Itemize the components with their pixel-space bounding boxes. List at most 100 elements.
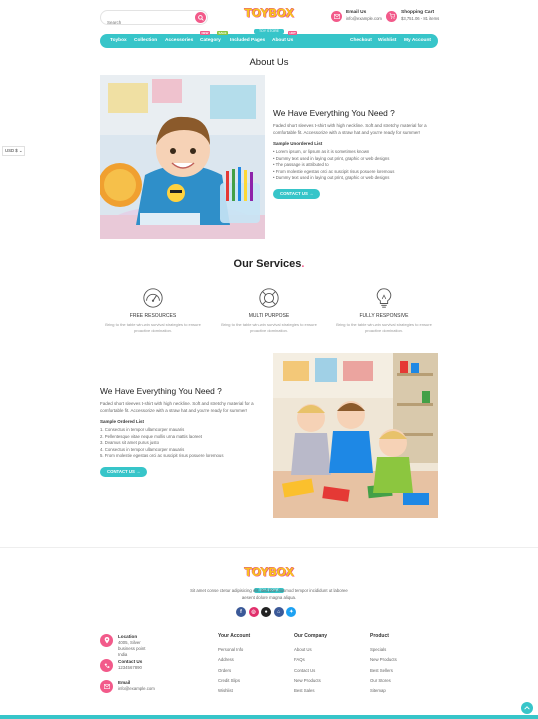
list-item: 2. Pellentesque vitae neque mollis urna … (100, 433, 202, 439)
services-title: Our Services. (233, 258, 305, 270)
footer-link[interactable]: New Products (370, 655, 397, 665)
footer-logo-brand: TOYBOX (244, 565, 294, 579)
nav-about-us[interactable]: About Us (272, 34, 293, 48)
second-list-title: Sample Ordered List (100, 419, 145, 424)
nav-wishlist[interactable]: Wishlist (378, 34, 396, 48)
nav-collection[interactable]: Collection (134, 34, 157, 48)
mail-icon (100, 680, 113, 693)
about-paragraph: Faded short sleeves t-shirt with high ne… (273, 123, 427, 135)
footer-col-account: Your Account Personal Info Address Order… (218, 633, 250, 696)
list-item: • The passage is attributed to (273, 162, 329, 168)
search-button[interactable] (195, 12, 206, 23)
service-desc: Bring to the table win-win survival stra… (105, 322, 201, 333)
contact-value: 4005, Silver business point India (118, 640, 146, 657)
nav-included-pages[interactable]: Included Pages (230, 34, 265, 48)
search-input[interactable] (101, 16, 189, 29)
page-title: About Us (249, 57, 289, 68)
twitter-icon[interactable]: ✦ (286, 607, 297, 617)
header-email[interactable]: Email Us info@example.com (331, 10, 382, 22)
footer-link[interactable]: Wishlist (218, 686, 250, 696)
footer-link[interactable]: Contact Us (294, 666, 327, 676)
contact-us-button[interactable]: CONTACT US → (273, 188, 321, 199)
logo-brand: TOYBOX (244, 6, 294, 20)
footer-link[interactable]: FAQs (294, 655, 327, 665)
instagram-icon[interactable]: ◎ (248, 607, 259, 617)
phone-icon (100, 659, 113, 672)
search-box[interactable] (100, 10, 208, 29)
list-item: • Lorem ipsum, or lipsum as it is someti… (273, 149, 370, 154)
service-title: MULTI PURPOSE (248, 313, 290, 319)
footer-phone: Contact Us 1234567890 (100, 659, 154, 672)
about-list: • Lorem ipsum, or lipsum as it is someti… (273, 149, 438, 182)
footer-bottom-bar (0, 715, 538, 719)
footer-link[interactable]: Our Stores (370, 676, 397, 686)
lightbulb-icon (376, 288, 392, 308)
nav-accessories[interactable]: Accessories (165, 34, 193, 48)
search-icon (197, 14, 204, 21)
footer-link[interactable]: Sitemap (370, 686, 397, 696)
badge-sale: SALE (217, 31, 229, 35)
list-item: 3. Dvamus sit amet purus justo (100, 440, 159, 446)
facebook-icon[interactable]: f (236, 607, 246, 617)
badge-hot: HOT (288, 31, 298, 35)
email-value: info@example.com (346, 16, 382, 21)
lifebuoy-icon (259, 288, 279, 308)
footer-link[interactable]: Best Sales (294, 686, 327, 696)
service-desc: Bring to the table win-win survival stra… (336, 322, 432, 333)
home-icon[interactable]: ⌂ (273, 607, 284, 617)
footer-link[interactable]: About Us (294, 645, 327, 655)
kids-crafting-image (273, 353, 438, 518)
service-title: FREE RESOURCES (129, 313, 177, 319)
site-logo[interactable]: TOYBOX TOY STORE (243, 6, 295, 34)
nav-category[interactable]: Category (200, 34, 221, 48)
social-links: f ◎ ● ⌂ ✦ (236, 607, 297, 617)
footer-logo[interactable]: TOYBOX TOY STORE (243, 565, 295, 593)
flickr-icon[interactable]: ● (261, 607, 272, 617)
list-item: 4. Consectus in tempor ullamcorper mauar… (100, 446, 185, 452)
list-item: • Dummy text used in laying out print, g… (273, 155, 390, 161)
footer-col-title: Product (370, 633, 389, 639)
nav-toybox[interactable]: Toybox (110, 34, 127, 48)
footer-link[interactable]: Best Sellers (370, 666, 397, 676)
main-nav: Toybox Collection Accessories NEW Catego… (100, 31, 438, 48)
speedometer-icon (143, 288, 163, 308)
second-list: 1. Consectus in tempor ullamcorper mauar… (100, 427, 265, 460)
footer-col-product: Product Specials New Products Best Selle… (370, 633, 397, 696)
footer-link[interactable]: Credit Slips (218, 676, 250, 686)
contact-value: 1234567890 (118, 665, 142, 670)
service-fully-responsive: FULLY RESPONSIVE Bring to the table win-… (330, 287, 438, 333)
scroll-to-top-button[interactable] (521, 702, 533, 714)
service-free-resources: FREE RESOURCES Bring to the table win-wi… (99, 287, 207, 333)
footer-link[interactable]: New Products (294, 676, 327, 686)
nav-my-account[interactable]: My Account (404, 34, 431, 48)
cart-icon (386, 10, 397, 22)
nav-checkout[interactable]: Checkout (350, 34, 372, 48)
currency-selector[interactable]: USD $ ⌄ (2, 146, 26, 156)
contact-us-button[interactable]: CONTACT US → (100, 466, 148, 477)
mail-icon (331, 10, 342, 22)
chevron-up-icon (524, 706, 530, 710)
header-cart[interactable]: Shopping Cart $3,751.06 - 81 items (386, 10, 439, 22)
kid-drawing-image (100, 75, 265, 239)
service-title: FULLY RESPONSIVE (359, 313, 409, 319)
list-item: • Dummy text used in laying out print, g… (273, 175, 390, 181)
footer-location: Location 4005, Silver business point Ind… (100, 634, 154, 658)
footer-col-title: Your Account (218, 633, 251, 639)
second-paragraph: Faded short sleeves t-shirt with high ne… (100, 401, 254, 413)
footer-col-company: Our Company About Us FAQs Contact Us New… (294, 633, 327, 696)
service-multi-purpose: MULTI PURPOSE Bring to the table win-win… (215, 287, 323, 333)
about-heading: We Have Everything You Need ? (273, 108, 395, 118)
footer-link[interactable]: Specials (370, 645, 397, 655)
about-list-title: Sample Unordered List (273, 141, 323, 146)
list-item: 5. From molestie egestas orci ac suscipi… (100, 453, 224, 459)
footer-link[interactable]: Address (218, 655, 250, 665)
about-text-block: We Have Everything You Need ? Faded shor… (273, 108, 438, 200)
footer-link[interactable]: Orders (218, 666, 250, 676)
list-item: 1. Consectus in tempor ullamcorper mauar… (100, 427, 185, 432)
footer-description: Sit amet conse ctetur adipisicing elit, … (190, 588, 348, 600)
service-desc: Bring to the table win-win survival stra… (221, 322, 317, 333)
contact-value: info@example.com (118, 686, 155, 691)
footer-link[interactable]: Personal Info (218, 645, 250, 655)
second-heading: We Have Everything You Need ? (100, 386, 222, 396)
footer-email: Email info@example.com (100, 680, 155, 693)
